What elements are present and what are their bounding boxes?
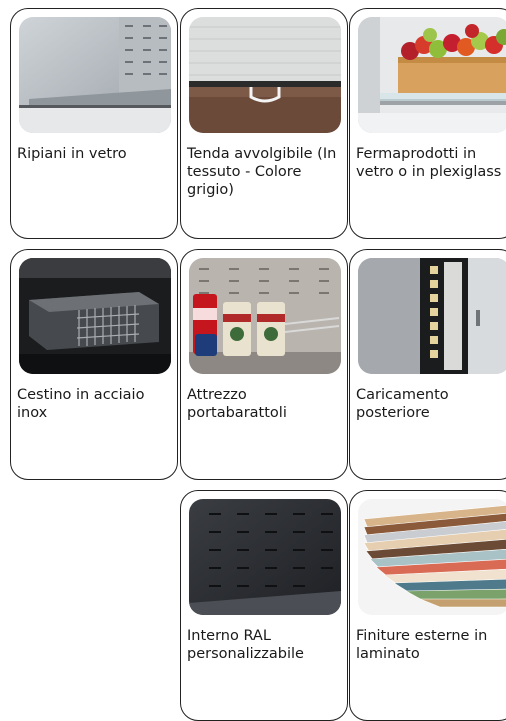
rear-loading-image bbox=[358, 258, 506, 374]
can-holder-image bbox=[189, 258, 341, 374]
roller-blind-image bbox=[189, 17, 341, 133]
card-rear-loading[interactable]: Caricamento posteriore bbox=[349, 249, 506, 480]
card-label: Cestino in acciaio inox bbox=[17, 387, 145, 421]
card-label: Finiture esterne in laminato bbox=[356, 628, 488, 662]
card-roller-blind[interactable]: Tenda avvolgibile (In tessuto - Colore g… bbox=[180, 8, 348, 239]
card-label: Interno RAL personalizzabile bbox=[187, 628, 304, 662]
card-label: Tenda avvolgibile (In tessuto - Colore g… bbox=[187, 146, 337, 198]
card-can-holder[interactable]: Attrezzo portabarattoli bbox=[180, 249, 348, 480]
glass-shelves-image bbox=[19, 17, 171, 133]
card-label: Attrezzo portabarattoli bbox=[187, 387, 287, 421]
laminate-finishes-image bbox=[358, 499, 506, 615]
card-laminate-finishes[interactable]: Finiture esterne in laminato bbox=[349, 490, 506, 721]
card-label: Fermaprodotti in vetro o in plexiglass bbox=[356, 146, 502, 180]
card-stainless-basket[interactable]: Cestino in acciaio inox bbox=[10, 249, 178, 480]
card-label: Ripiani in vetro bbox=[17, 146, 127, 162]
card-glass-shelves[interactable]: Ripiani in vetro bbox=[10, 8, 178, 239]
ral-interior-image bbox=[189, 499, 341, 615]
stainless-basket-image bbox=[19, 258, 171, 374]
card-ral-interior[interactable]: Interno RAL personalizzabile bbox=[180, 490, 348, 721]
product-stoppers-image bbox=[358, 17, 506, 133]
card-product-stoppers[interactable]: Fermaprodotti in vetro o in plexiglass bbox=[349, 8, 506, 239]
card-label: Caricamento posteriore bbox=[356, 387, 449, 421]
